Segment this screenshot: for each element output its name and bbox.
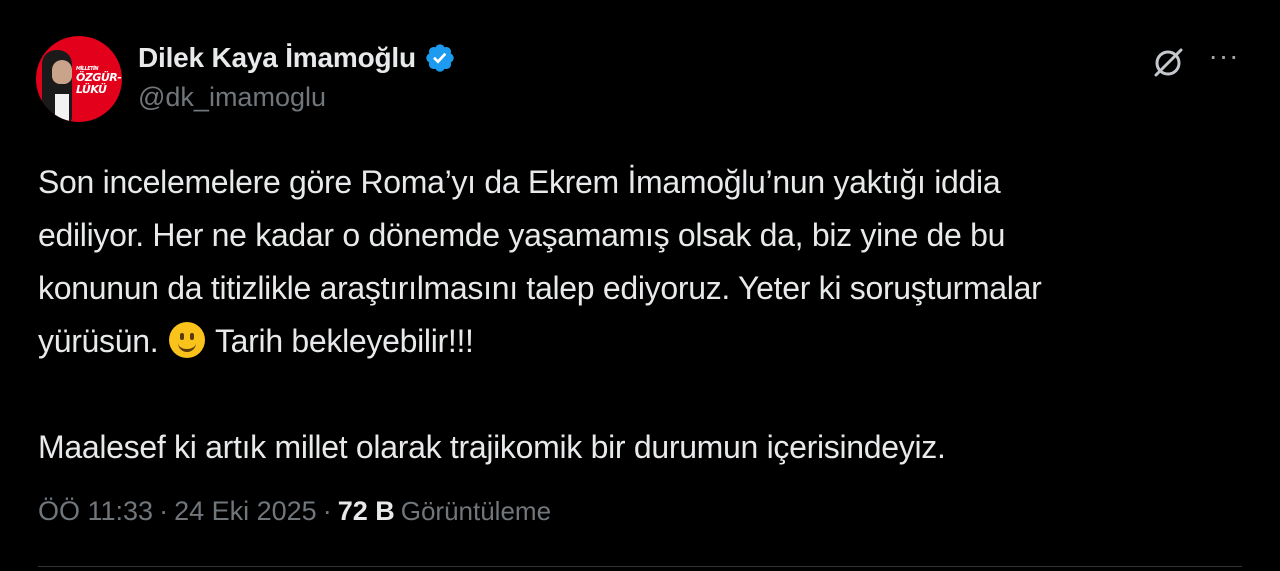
avatar-face xyxy=(52,60,72,84)
tweet-time[interactable]: ÖÖ 11:33 xyxy=(38,496,153,527)
tweet-paragraph-2: Maalesef ki artık millet olarak trajikom… xyxy=(38,429,946,465)
tweet-text: Son incelemelere göre Roma’yı da Ekrem İ… xyxy=(38,156,1238,474)
author-handle[interactable]: @dk_imamoglu xyxy=(138,82,326,113)
author-name-row: Dilek Kaya İmamoğlu xyxy=(138,38,456,78)
avatar-figure xyxy=(42,50,72,122)
avatar-logo-main: ÖZGÜR-LÜKÜ xyxy=(76,71,122,96)
avatar-shirt xyxy=(55,94,69,122)
verified-badge-icon xyxy=(426,44,454,72)
meta-separator: · xyxy=(159,496,169,526)
more-options-icon[interactable]: ··· xyxy=(1204,42,1244,72)
avatar-logo: MİLLETİN ÖZGÜR-LÜKÜ xyxy=(76,66,122,96)
meta-separator: · xyxy=(322,496,332,526)
smiling-face-emoji-icon xyxy=(168,322,205,358)
avatar[interactable]: MİLLETİN ÖZGÜR-LÜKÜ xyxy=(36,36,122,122)
views-count: 72 B xyxy=(337,496,395,526)
author-display-name[interactable]: Dilek Kaya İmamoğlu xyxy=(138,42,416,74)
tweet-card: MİLLETİN ÖZGÜR-LÜKÜ Dilek Kaya İmamoğlu … xyxy=(0,0,1280,571)
grok-icon[interactable] xyxy=(1148,42,1188,82)
tweet-meta: ÖÖ 11:33 · 24 Eki 2025 · 72 B Görüntülem… xyxy=(38,496,551,527)
views-label: Görüntüleme xyxy=(400,496,552,526)
tweet-paragraph-1b: Tarih bekleyebilir!!! xyxy=(206,323,474,359)
tweet-date[interactable]: 24 Eki 2025 xyxy=(174,496,317,527)
divider xyxy=(38,566,1242,567)
